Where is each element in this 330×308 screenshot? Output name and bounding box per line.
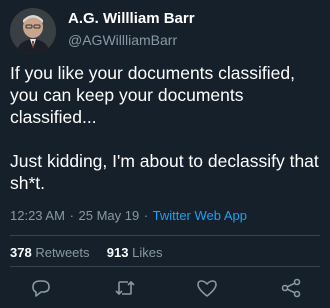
tweet-source-link[interactable]: Twitter Web App bbox=[153, 208, 247, 223]
reply-button[interactable] bbox=[29, 276, 53, 300]
author-handle[interactable]: @AGWillliamBarr bbox=[68, 31, 195, 49]
heart-icon bbox=[197, 280, 217, 297]
tweet-meta: 12:23 AM · 25 May 19 · Twitter Web App bbox=[10, 208, 247, 223]
share-button[interactable] bbox=[279, 276, 303, 300]
retweets-label[interactable]: Retweets bbox=[35, 245, 89, 260]
tweet-time[interactable]: 12:23 AM bbox=[10, 208, 65, 223]
divider bbox=[10, 266, 320, 267]
likes-count[interactable]: 913 bbox=[107, 245, 129, 260]
reply-icon bbox=[32, 280, 50, 297]
tweet-stats: 378 Retweets 913 Likes bbox=[10, 245, 162, 260]
share-icon bbox=[281, 278, 301, 298]
action-bar bbox=[0, 276, 330, 300]
tweet-date[interactable]: 25 May 19 bbox=[79, 208, 140, 223]
likes-label[interactable]: Likes bbox=[132, 245, 162, 260]
tweet-text: If you like your documents classified, y… bbox=[10, 63, 319, 193]
tweet-header: A.G. Willliam Barr @AGWillliamBarr bbox=[10, 8, 320, 54]
retweet-icon bbox=[115, 280, 135, 296]
author-names: A.G. Willliam Barr @AGWillliamBarr bbox=[68, 10, 195, 49]
author-display-name[interactable]: A.G. Willliam Barr bbox=[68, 10, 195, 28]
retweets-count[interactable]: 378 bbox=[10, 245, 32, 260]
meta-separator: · bbox=[143, 208, 149, 223]
retweet-button[interactable] bbox=[113, 276, 137, 300]
divider bbox=[10, 235, 320, 236]
avatar[interactable] bbox=[10, 8, 56, 54]
like-button[interactable] bbox=[195, 276, 219, 300]
meta-separator: · bbox=[69, 208, 74, 223]
